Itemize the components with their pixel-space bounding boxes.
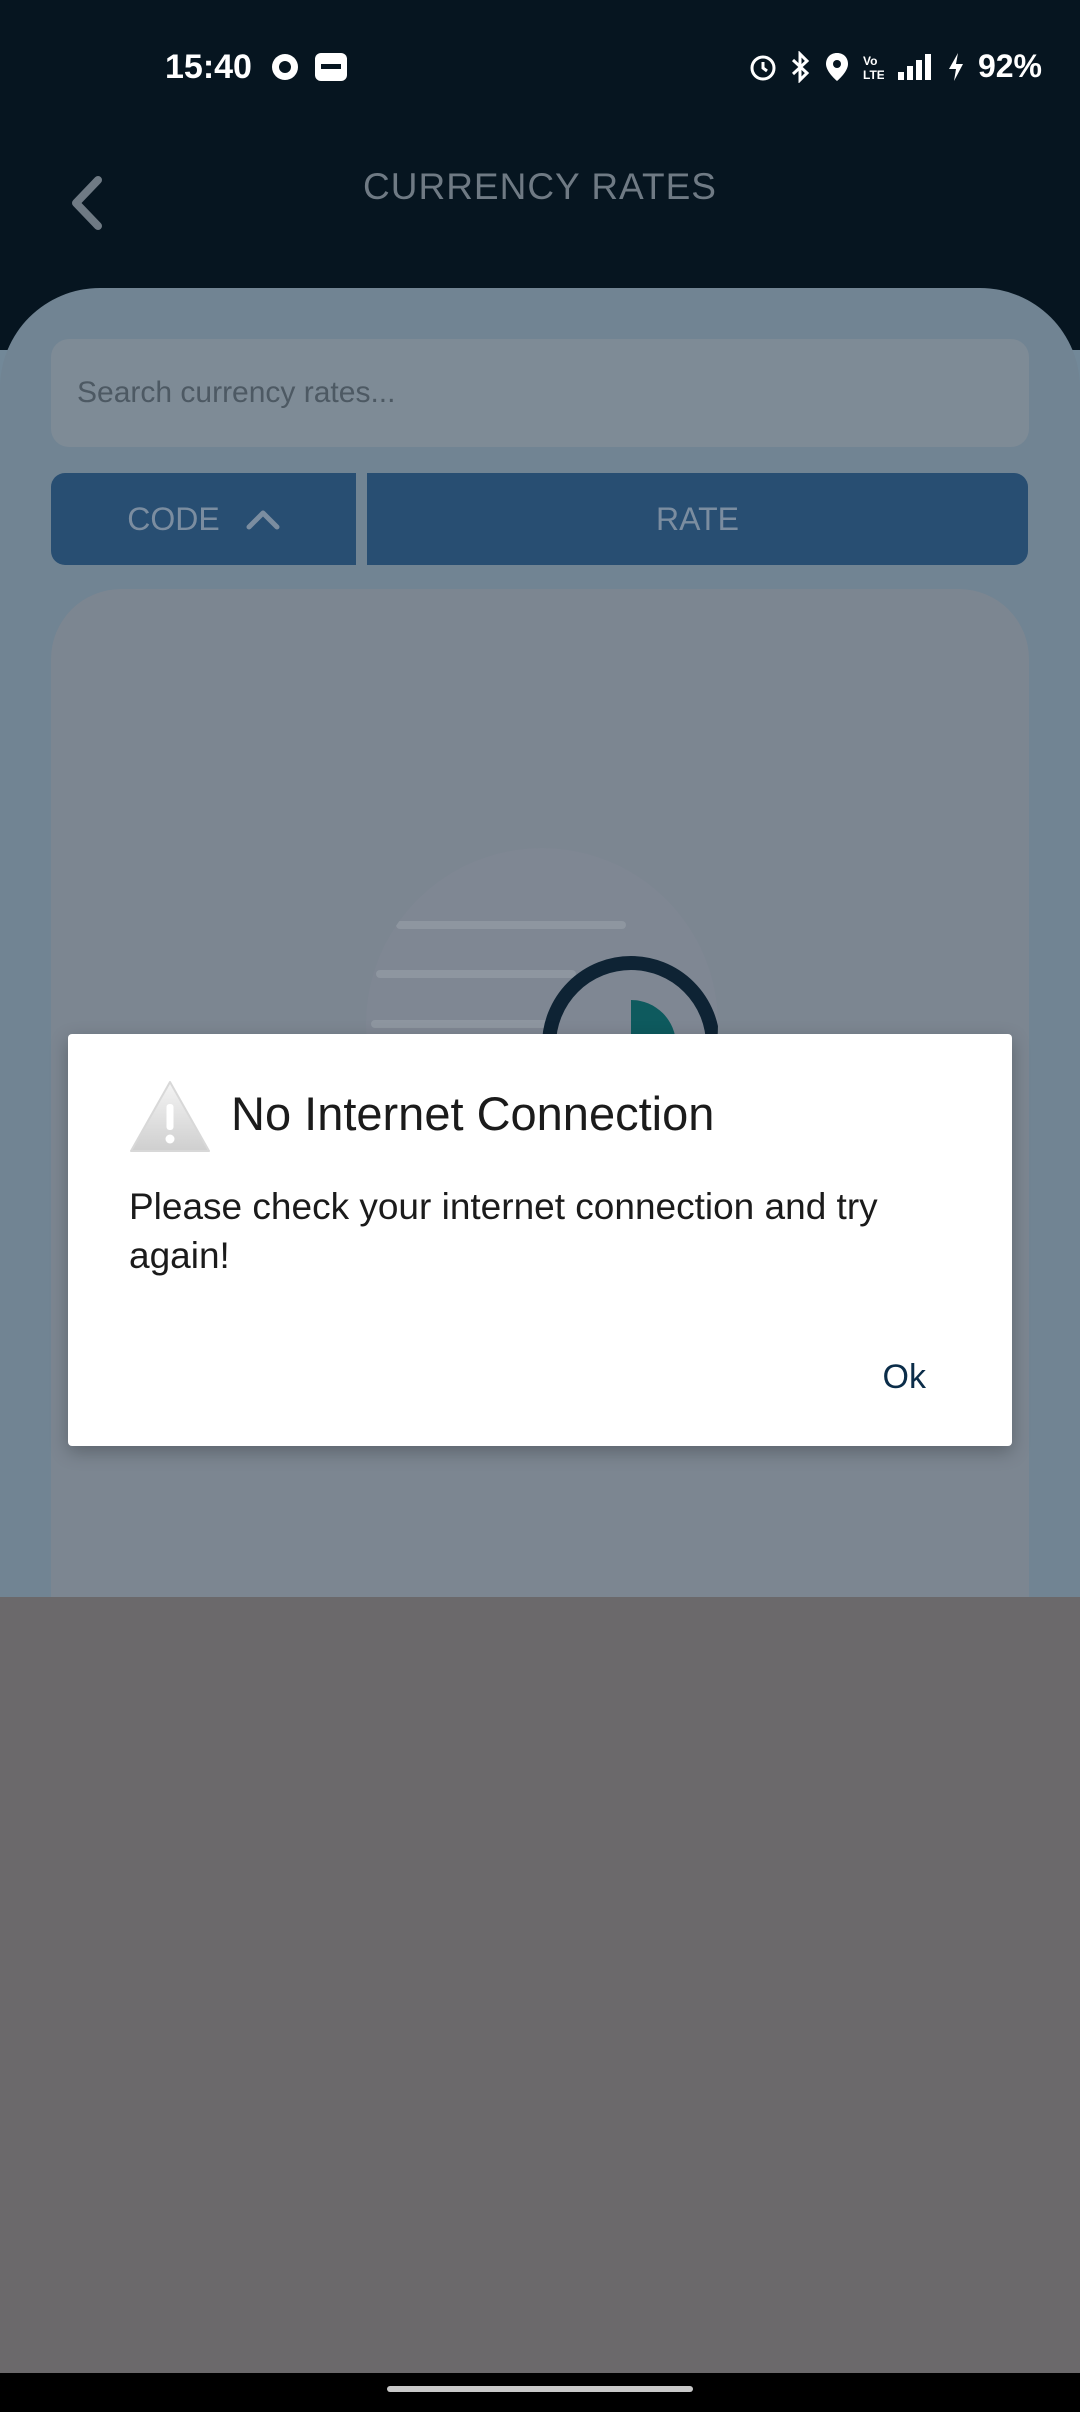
volte-icon: VoLTE bbox=[863, 54, 884, 82]
charging-icon bbox=[948, 52, 963, 81]
page-title: CURRENCY RATES bbox=[363, 166, 717, 207]
battery-percent: 92% bbox=[977, 48, 1042, 84]
search-bar[interactable] bbox=[51, 339, 1029, 447]
alarm-icon bbox=[750, 55, 776, 80]
record-icon bbox=[272, 54, 298, 80]
code-column-header[interactable]: CODE bbox=[51, 473, 356, 565]
no-internet-dialog: No Internet Connection Please check your… bbox=[68, 1034, 1012, 1446]
gesture-handle[interactable] bbox=[387, 2386, 693, 2392]
search-input[interactable] bbox=[77, 339, 977, 447]
status-time: 15:40 bbox=[165, 48, 252, 86]
signal-icon bbox=[897, 53, 931, 80]
warning-icon bbox=[130, 1081, 210, 1152]
svg-text:LTE: LTE bbox=[863, 68, 884, 82]
status-left-icons bbox=[270, 52, 348, 82]
status-right-icons: Vo LTE 92% bbox=[748, 48, 1042, 85]
svg-text:Vo: Vo bbox=[863, 54, 877, 68]
rate-column-label: RATE bbox=[656, 500, 739, 537]
location-icon bbox=[825, 52, 848, 81]
paytm-icon bbox=[315, 53, 347, 81]
navigation-bar bbox=[0, 2373, 1080, 2412]
chevron-up-icon bbox=[246, 510, 280, 530]
dialog-title: No Internet Connection bbox=[231, 1087, 715, 1140]
ok-button[interactable]: Ok bbox=[883, 1348, 926, 1407]
bluetooth-icon bbox=[791, 50, 810, 83]
dialog-message: Please check your internet connection an… bbox=[129, 1186, 878, 1276]
rate-column-header[interactable]: RATE bbox=[367, 473, 1028, 565]
code-column-label: CODE bbox=[127, 500, 220, 537]
